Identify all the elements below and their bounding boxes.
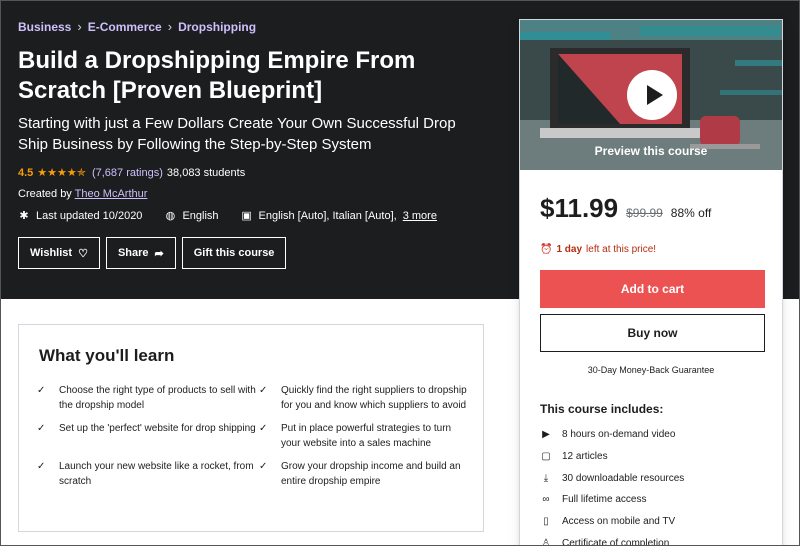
- share-arrow-icon: ➦: [154, 247, 164, 260]
- current-price: $11.99: [540, 193, 619, 223]
- course-stats: 4.5 ★★★★✯ (7,687 ratings) 38,083 student…: [18, 166, 246, 180]
- share-button[interactable]: Share ➦: [105, 237, 176, 269]
- learn-heading: What you'll learn: [39, 346, 175, 365]
- chevron-right-icon: ›: [77, 19, 82, 34]
- timer-remaining: 1 day: [556, 244, 583, 255]
- includes-item: ∞ Full lifetime access: [540, 489, 684, 511]
- captions-icon: ▣: [241, 210, 252, 222]
- learn-item: ✓ Grow your dropship income and build an …: [259, 459, 467, 489]
- includes-item: ▢ 12 articles: [540, 446, 684, 468]
- certificate-icon: ♙: [541, 537, 551, 546]
- mobile-icon: ▯: [543, 516, 549, 528]
- file-icon: ▢: [541, 451, 551, 463]
- alert-badge-icon: ✱: [19, 210, 29, 222]
- includes-item-label: Access on mobile and TV: [562, 516, 676, 528]
- includes-item: ⤓ 30 downloadable resources: [540, 467, 685, 489]
- caption-languages: English [Auto], Italian [Auto],: [258, 209, 397, 222]
- course-title: Build a Dropshipping Empire From Scratch…: [18, 47, 416, 104]
- course-subtitle: Starting with just a Few Dollars Create …: [18, 115, 456, 153]
- learn-item-text: Launch your new website like a rocket, f…: [59, 461, 254, 487]
- includes-item: ▯ Access on mobile and TV: [540, 511, 684, 533]
- learn-item-text: Put in place powerful strategies to turn…: [281, 423, 452, 449]
- alarm-clock-icon: ⏰: [540, 244, 553, 255]
- created-by: Created by Theo McArthur: [18, 188, 147, 200]
- preview-label: Preview this course: [594, 144, 708, 158]
- price-row: $11.99 $99.99 88% off: [540, 193, 711, 224]
- learn-item: ✓ Choose the right type of products to se…: [37, 383, 259, 413]
- timer-text: left at this price!: [586, 244, 657, 255]
- discount-percent: 88% off: [670, 206, 712, 220]
- buy-now-button[interactable]: Buy now: [540, 314, 765, 352]
- course-preview-video[interactable]: Preview this course: [520, 20, 782, 170]
- learn-item-text: Quickly find the right suppliers to drop…: [281, 385, 467, 411]
- learn-item: ✓ Put in place powerful strategies to tur…: [259, 421, 467, 451]
- includes-item: ▶ 8 hours on-demand video: [540, 424, 684, 446]
- rating-value: 4.5: [18, 166, 34, 179]
- discount-timer: ⏰ 1 day left at this price!: [540, 244, 656, 255]
- learn-item-text: Set up the 'perfect' website for drop sh…: [59, 423, 256, 434]
- more-captions-link[interactable]: 3 more: [403, 210, 437, 222]
- ratings-count-link[interactable]: (7,687 ratings): [92, 167, 163, 179]
- includes-heading: This course includes:: [540, 402, 664, 416]
- includes-list: ▶ 8 hours on-demand video ▢ 12 articles ⤓ 3…: [540, 424, 685, 546]
- includes-item-label: 30 downloadable resources: [562, 472, 685, 484]
- check-icon: ✓: [37, 385, 46, 396]
- money-back-guarantee: 30-Day Money-Back Guarantee: [587, 365, 715, 375]
- video-icon: ▶: [542, 429, 550, 441]
- course-meta: ✱ Last updated 10/2020 ◍ English ▣ Engli…: [18, 209, 437, 223]
- learn-item: ✓ Quickly find the right suppliers to dro…: [259, 383, 467, 413]
- check-icon: ✓: [259, 423, 268, 434]
- course-actions: Wishlist ♡ Share ➦ Gift this course: [18, 237, 287, 269]
- learn-item: ✓ Launch your new website like a rocket, …: [37, 459, 259, 489]
- download-icon: ⤓: [543, 472, 549, 484]
- check-icon: ✓: [37, 423, 46, 434]
- learn-item-text: Choose the right type of products to sel…: [59, 385, 256, 411]
- includes-item-label: Full lifetime access: [562, 494, 647, 506]
- breadcrumb: Business › E-Commerce › Dropshipping: [18, 19, 256, 34]
- wishlist-button[interactable]: Wishlist ♡: [18, 237, 100, 269]
- check-icon: ✓: [37, 461, 46, 472]
- original-price: $99.99: [626, 206, 663, 220]
- breadcrumb-ecommerce[interactable]: E-Commerce: [88, 20, 162, 34]
- created-by-label: Created by: [18, 188, 72, 200]
- breadcrumb-dropshipping[interactable]: Dropshipping: [178, 20, 256, 34]
- includes-item: ♙ Certificate of completion: [540, 532, 684, 546]
- star-rating-icon: ★★★★✯: [37, 167, 86, 179]
- chevron-right-icon: ›: [167, 19, 173, 34]
- includes-item-label: Certificate of completion: [562, 537, 670, 546]
- course-language: English: [182, 209, 219, 222]
- what-youll-learn-box: What you'll learn ✓ Choose the right type…: [18, 324, 484, 532]
- gift-course-button[interactable]: Gift this course: [181, 237, 287, 269]
- gift-label: Gift this course: [193, 247, 275, 259]
- wishlist-label: Wishlist: [30, 247, 73, 259]
- check-icon: ✓: [259, 385, 268, 396]
- purchase-sidebar: Preview this course $11.99 $99.99 88% of…: [519, 19, 783, 546]
- check-icon: ✓: [259, 461, 268, 472]
- play-icon[interactable]: [627, 70, 677, 120]
- last-updated: Last updated 10/2020: [36, 209, 143, 222]
- heart-icon: ♡: [78, 247, 88, 260]
- globe-icon: ◍: [165, 210, 176, 222]
- learn-item-text: Grow your dropship income and build an e…: [281, 461, 461, 487]
- infinity-icon: ∞: [542, 494, 550, 506]
- includes-item-label: 8 hours on-demand video: [562, 429, 676, 441]
- learn-item: ✓ Set up the 'perfect' website for drop s…: [37, 421, 259, 451]
- share-label: Share: [117, 247, 149, 259]
- add-to-cart-button[interactable]: Add to cart: [540, 270, 765, 308]
- breadcrumb-business[interactable]: Business: [18, 20, 71, 34]
- instructor-link[interactable]: Theo McArthur: [75, 188, 148, 200]
- page: Business › E-Commerce › Dropshipping Bui…: [0, 0, 800, 546]
- includes-item-label: 12 articles: [562, 451, 608, 463]
- learn-list: ✓ Choose the right type of products to se…: [37, 383, 467, 489]
- students-count: 38,083 students: [166, 166, 246, 179]
